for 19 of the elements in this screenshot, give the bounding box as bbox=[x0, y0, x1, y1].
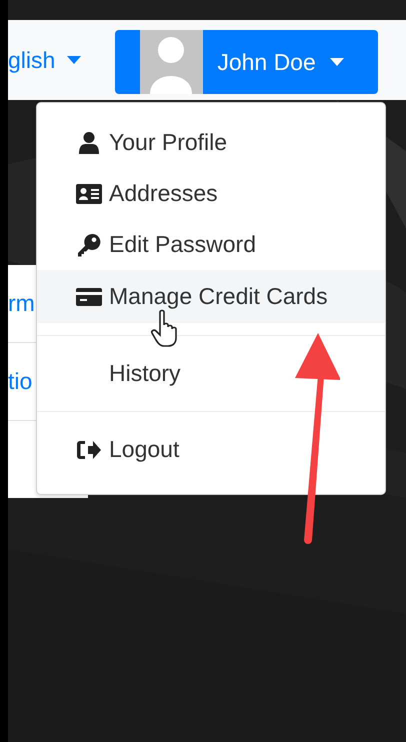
caret-icon bbox=[330, 58, 344, 66]
menu-item[interactable]: Your Profile bbox=[37, 117, 385, 168]
language-dropdown[interactable]: glish bbox=[8, 46, 82, 74]
user-menu-button[interactable]: John Doe bbox=[115, 30, 378, 94]
avatar-icon bbox=[140, 30, 204, 94]
logout-icon bbox=[76, 440, 102, 460]
caret-icon bbox=[67, 56, 82, 64]
menu-item[interactable]: Addresses bbox=[37, 168, 385, 219]
credit-card-icon bbox=[76, 288, 102, 306]
menu-item[interactable]: History bbox=[37, 348, 385, 399]
hand-cursor-icon bbox=[150, 309, 180, 349]
panel-link[interactable]: tio bbox=[8, 368, 32, 395]
menu-item[interactable]: Manage Credit Cards bbox=[37, 270, 385, 323]
panel-link[interactable]: rm bbox=[8, 290, 35, 317]
key-icon bbox=[77, 232, 101, 256]
menu-item[interactable]: Logout bbox=[37, 424, 385, 475]
menu-item[interactable]: Edit Password bbox=[37, 219, 385, 270]
person-icon bbox=[77, 130, 101, 154]
id-card-icon bbox=[76, 184, 102, 204]
